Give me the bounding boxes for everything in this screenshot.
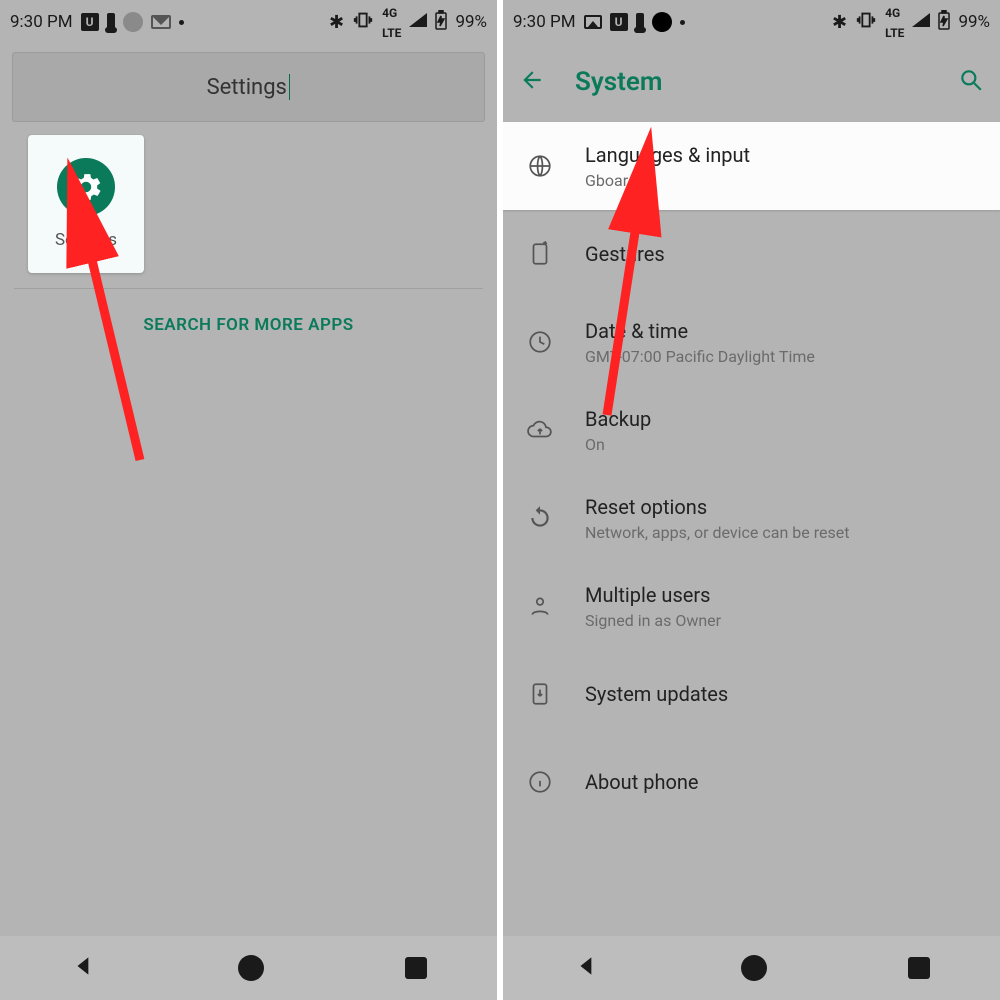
status-bar: 9:30 PM U ✱ 4GLTE 99% — [0, 0, 497, 44]
item-backup[interactable]: Backup On — [503, 386, 1000, 474]
page-title: System — [575, 67, 958, 97]
cloud-upload-icon — [523, 417, 557, 443]
app-label: Settings — [55, 230, 117, 250]
search-text: Settings — [207, 75, 287, 100]
item-system-updates[interactable]: System updates — [503, 650, 1000, 738]
info-icon — [523, 769, 557, 795]
clock: 9:30 PM — [513, 12, 576, 32]
bluetooth-icon: ✱ — [329, 12, 344, 33]
update-icon — [523, 681, 557, 707]
item-about-phone[interactable]: About phone — [503, 738, 1000, 826]
phone-left: 9:30 PM U ✱ 4GLTE 99% Settings Settings … — [0, 0, 497, 1000]
battery-percent: 99% — [455, 12, 487, 32]
clock-icon — [523, 329, 557, 355]
network-type: 4GLTE — [885, 2, 904, 42]
app-settings-tile[interactable]: Settings — [28, 135, 144, 273]
u-icon: U — [610, 13, 628, 31]
navbar — [503, 936, 1000, 1000]
avatar-placeholder-icon — [123, 12, 143, 32]
search-button[interactable] — [958, 67, 984, 97]
battery-percent: 99% — [958, 12, 990, 32]
reset-icon — [523, 505, 557, 531]
divider — [14, 288, 483, 289]
battery-icon — [938, 10, 950, 35]
item-reset-options[interactable]: Reset options Network, apps, or device c… — [503, 474, 1000, 562]
item-multiple-users[interactable]: Multiple users Signed in as Owner — [503, 562, 1000, 650]
item-subtitle: Gboard — [585, 171, 750, 190]
item-title: System updates — [585, 682, 728, 706]
item-gestures[interactable]: Gestures — [503, 210, 1000, 298]
person-icon — [523, 593, 557, 619]
battery-icon — [435, 10, 447, 35]
item-title: Languages & input — [585, 143, 750, 167]
item-languages-input[interactable]: Languages & input Gboard — [503, 122, 1000, 210]
nav-home-button[interactable] — [741, 955, 767, 981]
item-title: Multiple users — [585, 583, 721, 607]
item-subtitle: On — [585, 435, 651, 454]
nav-home-button[interactable] — [238, 955, 264, 981]
item-subtitle: Signed in as Owner — [585, 611, 721, 630]
status-bar: 9:30 PM U ✱ 4GLTE 99% — [503, 0, 1000, 44]
item-title: Date & time — [585, 319, 815, 343]
item-title: About phone — [585, 770, 699, 794]
bluetooth-icon: ✱ — [832, 12, 847, 33]
nav-recent-button[interactable] — [908, 957, 930, 979]
more-notifications-icon — [179, 20, 184, 25]
text-cursor-icon — [289, 74, 291, 100]
search-more-apps-link[interactable]: SEARCH FOR MORE APPS — [0, 315, 497, 335]
item-title: Gestures — [585, 242, 665, 266]
navbar — [0, 936, 497, 1000]
clock: 9:30 PM — [10, 12, 73, 32]
vibrate-icon — [352, 9, 374, 36]
u-icon: U — [81, 13, 99, 31]
gmail-icon — [151, 15, 171, 29]
gear-icon — [57, 158, 115, 216]
signal-icon — [409, 12, 427, 32]
nav-back-button[interactable] — [71, 953, 97, 983]
avatar-icon — [652, 12, 672, 32]
thermometer-icon — [636, 13, 644, 31]
vibrate-icon — [855, 9, 877, 36]
thermometer-icon — [107, 13, 115, 31]
item-subtitle: GMT-07:00 Pacific Daylight Time — [585, 347, 815, 366]
gestures-icon — [523, 241, 557, 267]
search-input[interactable]: Settings — [12, 52, 485, 122]
item-date-time[interactable]: Date & time GMT-07:00 Pacific Daylight T… — [503, 298, 1000, 386]
screenshot-icon — [584, 15, 602, 29]
network-type: 4GLTE — [382, 2, 401, 42]
item-title: Reset options — [585, 495, 849, 519]
item-title: Backup — [585, 407, 651, 431]
signal-icon — [912, 12, 930, 32]
more-notifications-icon — [680, 20, 685, 25]
header: System — [503, 44, 1000, 116]
back-button[interactable] — [519, 67, 545, 97]
globe-icon — [523, 153, 557, 179]
item-subtitle: Network, apps, or device can be reset — [585, 523, 849, 542]
nav-back-button[interactable] — [574, 953, 600, 983]
nav-recent-button[interactable] — [405, 957, 427, 979]
settings-list: Languages & input Gboard Gestures Date &… — [503, 122, 1000, 826]
phone-right: 9:30 PM U ✱ 4GLTE 99% System Languages &… — [503, 0, 1000, 1000]
